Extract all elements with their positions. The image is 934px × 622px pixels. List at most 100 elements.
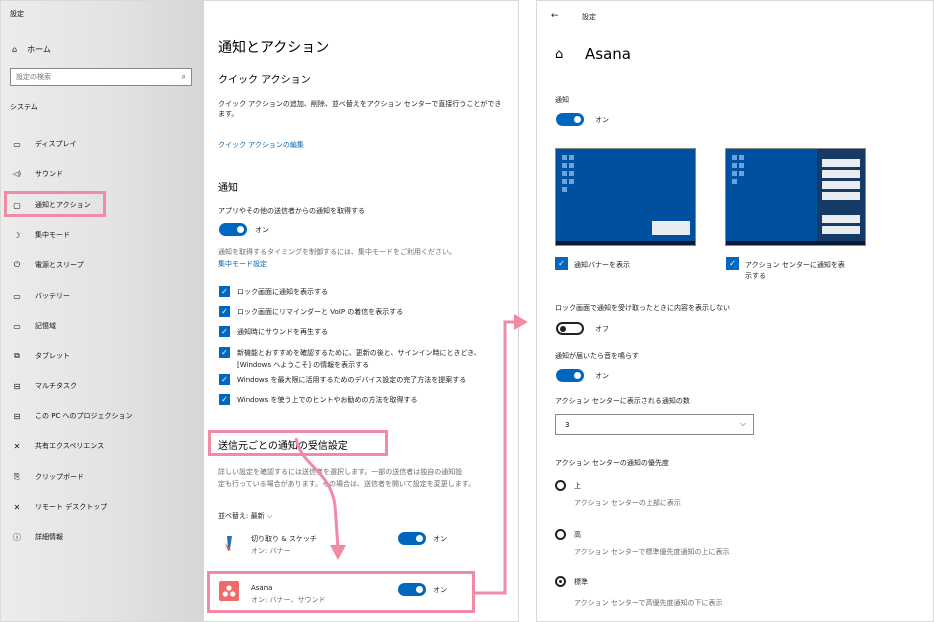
asana-toggle[interactable] [398,583,426,596]
focus-desc: 通知を取得するタイミングを制御するには、集中モードをご利用ください。 [218,248,456,256]
priority-option-desc: アクション センターで高優先度通知の下に表示 [574,599,723,607]
sort-label: 並べ替え: 最新 [218,512,265,520]
window-title: 設定 [10,10,24,18]
priority-label: アクション センターの通知の優先度 [555,459,669,467]
sidebar-item-about[interactable]: ⓘ 詳細情報 [12,528,63,546]
checkbox-label: ロック画面に通知を表示する [237,288,328,296]
quick-actions-heading: クイック アクション [218,75,311,86]
checkbox-lock-screen[interactable]: ✓ [219,286,230,297]
home-icon[interactable]: ⌂ [555,47,563,62]
checkbox-label: Windows を使う上でのヒントやお勧めの方法を取得する [237,396,418,404]
checkbox-tips[interactable]: ✓ [219,394,230,405]
search-placeholder: 設定の検索 [16,73,51,81]
count-dropdown[interactable]: 3 ⌵ [555,414,754,435]
sort-dropdown[interactable]: 並べ替え: 最新 ⌵ [218,511,272,521]
action-center-preview [725,148,866,246]
sound-toggle[interactable] [556,369,584,382]
checkbox-label: 通知時にサウンドを再生する [237,328,328,336]
radio-priority-normal[interactable] [555,576,566,587]
checkbox-label: 新機能とおすすめを確認するために、更新の後と、サインイン時にときどき、 [237,349,481,357]
sidebar-item-label: この PC へのプロジェクション [35,412,133,420]
home-label: ホーム [27,45,51,54]
moon-icon: ☽ [13,230,21,240]
priority-option-label: 標準 [574,578,588,586]
highlight-box-nav [4,191,106,217]
count-value: 3 [565,420,570,429]
checkbox-label-cont: [Windows へようこそ] の情報を表示する [237,361,370,369]
sidebar-item-label: タブレット [35,352,70,360]
checkbox-sound[interactable]: ✓ [219,326,230,337]
section-title: システム [10,103,38,111]
radio-priority-top[interactable] [555,480,566,491]
window-title: 設定 [582,13,596,21]
checkbox-voip[interactable]: ✓ [219,306,230,317]
multitask-icon: ⊟ [13,381,21,391]
checkbox-show-banner[interactable]: ✓ [555,257,568,270]
home-icon: ⌂ [12,45,18,54]
sidebar-item-label: 電源とスリープ [35,261,84,269]
sidebar: 設定 ⌂ ホーム 設定の検索 ⌕ システム ▭ ディスプレイ ◁) サウンド ▢ 通知… [1,1,204,621]
sender-heading: 送信元ごとの通知の受信設定 [218,441,348,452]
snip-toggle[interactable] [398,532,426,545]
sidebar-item-power[interactable]: ⏻ 電源とスリープ [12,256,84,274]
priority-option-desc: アクション センターの上部に表示 [574,499,681,507]
sidebar-item-storage[interactable]: ▭ 記憶域 [12,317,56,335]
priority-option-desc: アクション センターで標準優先度通知の上に表示 [574,548,730,556]
settings-window-right: ← 設定 ⌂ Asana 通知 オン ✓ 通知バナーを表示 ✓ アクション セン… [536,0,934,622]
sidebar-item-label: マルチタスク [35,382,77,390]
checkbox-show-action-center[interactable]: ✓ [726,257,739,270]
sidebar-item-tablet[interactable]: ⧉ タブレット [12,347,70,365]
sidebar-item-focus[interactable]: ☽ 集中モード [12,226,70,244]
sidebar-item-label: 詳細情報 [35,533,63,541]
chevron-down-icon: ⌵ [739,419,746,428]
share-icon: ✕ [13,441,21,451]
sidebar-item-shared-experience[interactable]: ✕ 共有エクスペリエンス [12,437,105,455]
remote-icon: ✕ [13,502,21,512]
info-icon: ⓘ [13,532,21,542]
app-status: オン: バナー [251,547,291,555]
sidebar-item-projection[interactable]: ⊟ この PC へのプロジェクション [12,407,133,425]
main-content: 通知とアクション クイック アクション クイック アクションの追加、削除、並べ替… [204,1,518,621]
radio-priority-high[interactable] [555,529,566,540]
show-banner-label: 通知バナーを表示 [574,261,630,269]
search-input[interactable]: 設定の検索 ⌕ [10,68,192,86]
settings-window-left: 設定 ⌂ ホーム 設定の検索 ⌕ システム ▭ ディスプレイ ◁) サウンド ▢ 通知… [0,0,519,622]
tablet-icon: ⧉ [14,351,20,360]
sidebar-item-label: リモート デスクトップ [35,503,108,511]
search-icon: ⌕ [181,72,186,81]
sender-desc-line1: 詳しい設定を確認するには送信者を選択します。一部の送信者は独自の通知設 [218,468,463,476]
toggle-label: オン [433,586,447,594]
checkbox-label: ロック画面にリマインダーと VoIP の着信を表示する [237,308,404,316]
focus-settings-link[interactable]: 集中モード設定 [218,259,267,269]
count-label: アクション センターに表示される通知の数 [555,397,690,405]
checkbox-device-setup[interactable]: ✓ [219,374,230,385]
app-title: Asana [585,45,631,63]
sidebar-item-display[interactable]: ▭ ディスプレイ [12,135,76,153]
lock-screen-toggle[interactable] [556,322,584,335]
notifications-heading: 通知 [218,183,238,194]
sidebar-item-battery[interactable]: ▭ バッテリー [12,287,70,305]
edit-quick-actions-link[interactable]: クイック アクションの編集 [218,140,304,150]
app-notif-toggle[interactable] [556,113,584,126]
sidebar-item-multitask[interactable]: ⊟ マルチタスク [12,377,77,395]
battery-icon: ▭ [13,291,21,301]
home-nav[interactable]: ⌂ ホーム [12,44,51,55]
app-name: Asana [251,584,273,592]
sidebar-item-clipboard[interactable]: ⎘ クリップボード [12,468,84,486]
sound-label: 通知が届いたら音を鳴らす [555,352,639,360]
chevron-down-icon: ⌵ [266,512,273,520]
monitor-icon: ▭ [13,139,21,149]
notif-label: 通知 [555,96,569,104]
notifications-desc: アプリやその他の送信者からの通知を取得する [218,207,365,215]
back-arrow-icon[interactable]: ← [551,11,559,21]
sidebar-item-sound[interactable]: ◁) サウンド [12,165,63,183]
notifications-toggle[interactable] [219,223,247,236]
checkbox-welcome[interactable]: ✓ [219,347,230,358]
sidebar-item-remote-desktop[interactable]: ✕ リモート デスクトップ [12,498,108,516]
toggle-label: オン [595,116,609,124]
snip-sketch-icon [219,533,239,553]
storage-icon: ▭ [13,321,21,331]
toggle-label: オン [595,372,609,380]
sidebar-item-label: クリップボード [35,473,84,481]
sender-desc-line2: 定も行っている場合があります。その場合は、送信者を開いて設定を変更します。 [218,480,476,488]
